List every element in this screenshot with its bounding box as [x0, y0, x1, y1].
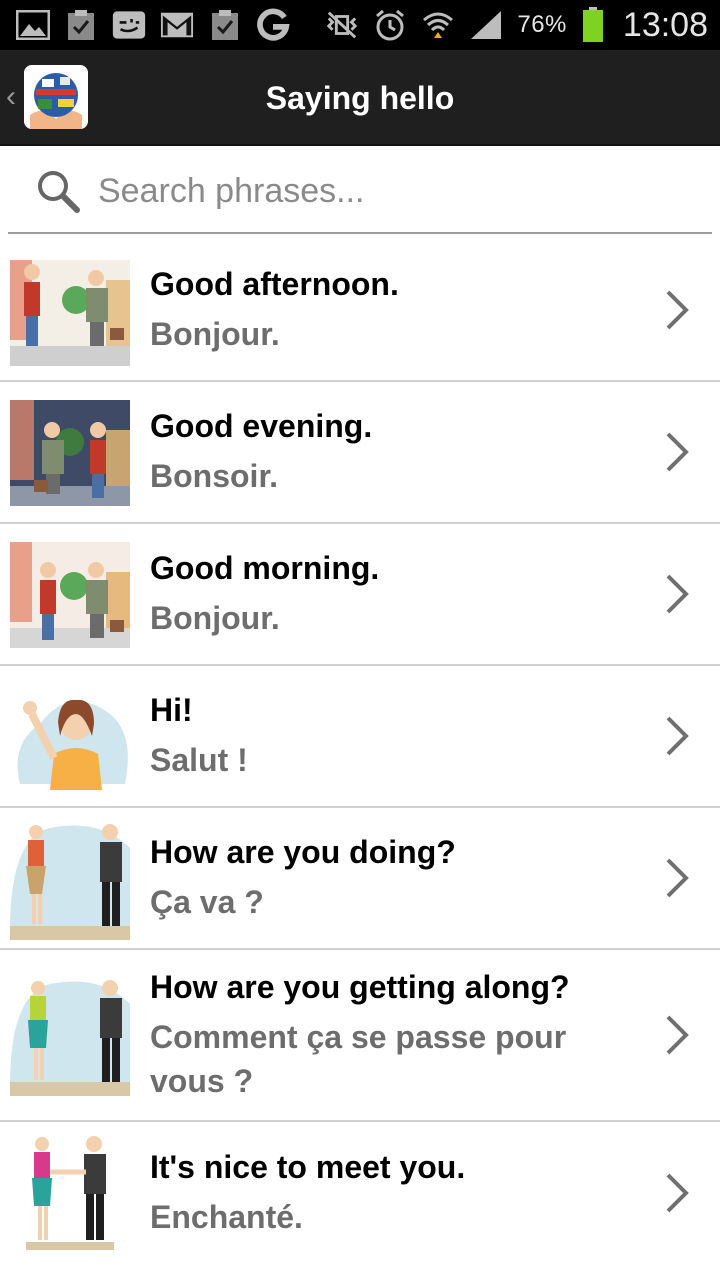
- phrase-english: Hi!: [150, 692, 193, 728]
- clipboard-check-icon: [64, 8, 98, 42]
- phrase-english: How are you doing?: [150, 834, 456, 870]
- search-input[interactable]: [98, 161, 678, 221]
- list-item-good-morning[interactable]: Good morning. Bonjour.: [0, 524, 720, 666]
- chevron-right-icon: [666, 432, 689, 472]
- phrase-french: Ça va ?: [150, 884, 264, 920]
- list-item-how-are-you-getting-along[interactable]: How are you getting along? Comment ça se…: [0, 950, 720, 1122]
- up-navigation-button[interactable]: ‹: [0, 49, 95, 145]
- two-people-talking-illustration: [10, 818, 130, 940]
- chevron-right-icon: [666, 290, 689, 330]
- list-item-how-are-you-doing[interactable]: How are you doing? Ça va ?: [0, 808, 720, 950]
- app-logo: [24, 65, 88, 129]
- clock: 13:08: [622, 5, 708, 44]
- handshake-morning-illustration: [10, 542, 130, 648]
- list-item-good-afternoon[interactable]: Good afternoon. Bonjour.: [0, 240, 720, 382]
- phrase-french: Enchanté.: [150, 1199, 303, 1235]
- chevron-right-icon: [666, 858, 689, 898]
- phrase-french: Bonjour.: [150, 316, 280, 352]
- smiley-message-icon: [112, 8, 146, 42]
- signal-icon: [469, 8, 503, 42]
- chevron-right-icon: [666, 1173, 689, 1213]
- wifi-icon: [421, 8, 455, 42]
- phrase-english: It's nice to meet you.: [150, 1149, 466, 1185]
- clipboard-check-icon: [208, 8, 242, 42]
- mute-vibrate-icon: [325, 8, 359, 42]
- list-item-hi[interactable]: Hi! Salut !: [0, 666, 720, 808]
- phrase-french: Comment ça se passe pour vous ?: [150, 1019, 567, 1099]
- two-people-shaking-hands-illustration: [10, 1132, 130, 1254]
- chevron-right-icon: [666, 1015, 689, 1055]
- battery-percent: 76%: [517, 11, 567, 38]
- handshake-street-illustration: [10, 260, 130, 366]
- chevron-right-icon: [666, 574, 689, 614]
- action-bar: ‹ Saying hello: [0, 50, 720, 146]
- list-item-good-evening[interactable]: Good evening. Bonsoir.: [0, 382, 720, 524]
- alarm-icon: [373, 8, 407, 42]
- phrase-french: Bonsoir.: [150, 458, 279, 494]
- gmail-icon: [160, 8, 194, 42]
- two-people-greeting-illustration: [10, 974, 130, 1096]
- waving-girl-illustration: [10, 684, 130, 790]
- phrase-english: Good afternoon.: [150, 266, 399, 302]
- phrase-english: Good morning.: [150, 550, 380, 586]
- phrase-english: How are you getting along?: [150, 969, 570, 1005]
- back-chevron-icon: ‹: [6, 80, 16, 113]
- handshake-evening-illustration: [10, 400, 130, 506]
- status-bar: 76% 13:08: [0, 0, 720, 50]
- chevron-right-icon: [666, 716, 689, 756]
- phrase-french: Salut !: [150, 742, 248, 778]
- phrase-list: Good afternoon. Bonjour. Good evening. B…: [0, 240, 720, 1264]
- list-item-nice-to-meet-you[interactable]: It's nice to meet you. Enchanté.: [0, 1122, 720, 1264]
- gallery-icon: [16, 8, 50, 42]
- battery-icon: [581, 7, 605, 42]
- phrase-french: Bonjour.: [150, 600, 280, 636]
- page-title: Saying hello: [265, 80, 455, 116]
- search-icon: [30, 163, 86, 219]
- phrase-english: Good evening.: [150, 408, 373, 444]
- google-icon: [256, 8, 290, 42]
- search-bar: [8, 150, 712, 234]
